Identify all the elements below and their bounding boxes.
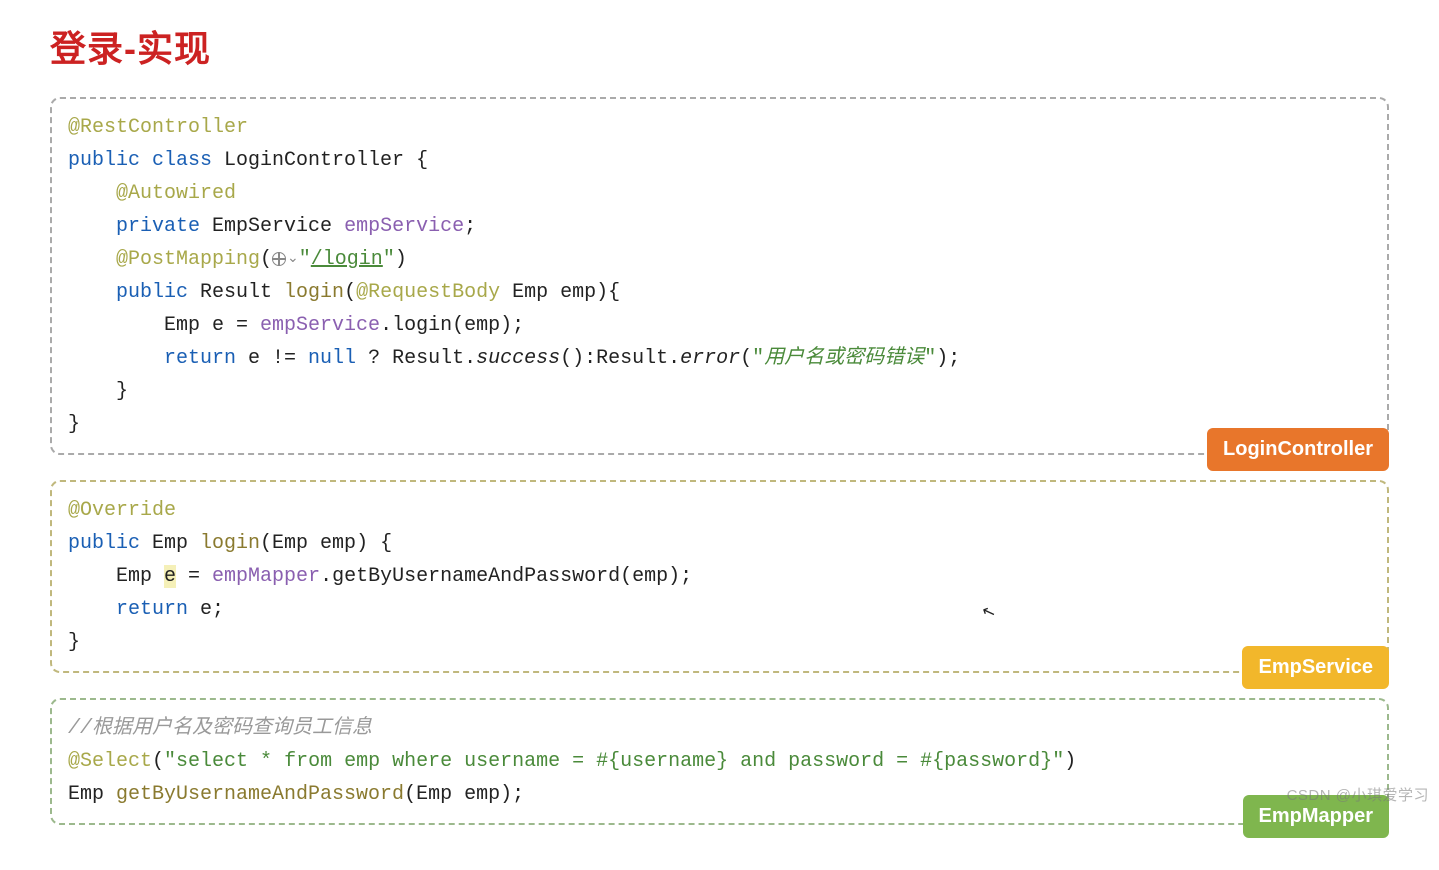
q2: " (924, 347, 936, 370)
code-block-controller: @RestController public class LoginContro… (50, 97, 1389, 455)
sq1: " (164, 750, 176, 773)
q1: " (752, 347, 764, 370)
l3-pre: Emp (68, 565, 164, 588)
globe-icon[interactable] (272, 252, 286, 266)
l8-end: ); (936, 347, 960, 370)
anno-postmapping: @PostMapping (68, 248, 260, 271)
str-q2: " (383, 248, 395, 271)
type-emp: Emp (152, 532, 200, 555)
comment-line: //根据用户名及密码查询员工信息 (68, 717, 372, 740)
cls-logincontroller: LoginController (224, 149, 404, 172)
code-block-service: @Override public Emp login(Emp emp) { Em… (50, 480, 1389, 673)
m-success: success (476, 347, 560, 370)
anno-autowired: @Autowired (68, 182, 236, 205)
kw-public3: public (68, 532, 152, 555)
p2: ) (1064, 750, 1076, 773)
badge-empservice: EmpService (1242, 646, 1389, 689)
chevron-down-icon[interactable]: ⌄ (287, 251, 299, 267)
paren: ( (260, 248, 272, 271)
type-empservice: EmpService (212, 215, 344, 238)
sql-string: select * from emp where username = #{use… (176, 750, 1052, 773)
type-result: Result (200, 281, 284, 304)
p1: ( (152, 750, 164, 773)
err-msg-cn: 用户名或密码错误 (764, 347, 924, 370)
l3-eq: = (176, 565, 212, 588)
field-empservice: empService (344, 215, 464, 238)
p-open: ( (740, 347, 752, 370)
kw-public2: public (68, 281, 200, 304)
kw-private: private (68, 215, 212, 238)
semi: ; (464, 215, 476, 238)
l8-mid2: ? Result. (356, 347, 476, 370)
badge-logincontroller: LoginController (1207, 428, 1389, 471)
field-empmapper: empMapper (212, 565, 320, 588)
method-login2: login (200, 532, 260, 555)
l7-rest: .login(emp); (380, 314, 524, 337)
close-brace-inner: } (68, 380, 128, 403)
kw-return: return (68, 347, 248, 370)
l8-mid3: ():Result. (560, 347, 680, 370)
field-empservice2: empService (260, 314, 380, 337)
l4-rest: e; (200, 598, 224, 621)
code-block-mapper: //根据用户名及密码查询员工信息 @Select("select * from … (50, 698, 1389, 825)
m-error: error (680, 347, 740, 370)
l8-mid: e != (248, 347, 308, 370)
anno-select: @Select (68, 750, 152, 773)
params3: (Emp emp); (404, 783, 524, 806)
paren3: ( (344, 281, 356, 304)
method-getbyup: getByUsernameAndPassword (116, 783, 404, 806)
anno-override: @Override (68, 499, 176, 522)
var-e: e (164, 565, 176, 588)
anno-requestbody: @RequestBody (356, 281, 500, 304)
close-brace-outer: } (68, 413, 80, 436)
anno-restcontroller: @RestController (68, 116, 248, 139)
kw-return2: return (68, 598, 200, 621)
method-login: login (284, 281, 344, 304)
str-q1: " (299, 248, 311, 271)
str-login-url: /login (311, 248, 383, 271)
paren2: ) (395, 248, 407, 271)
kw-public-class: public class (68, 149, 224, 172)
page-title: 登录-实现 (50, 20, 1389, 72)
code-content-1: @RestController public class LoginContro… (68, 111, 1371, 441)
l3-rest: .getByUsernameAndPassword(emp); (320, 565, 692, 588)
sq2: " (1052, 750, 1064, 773)
params2: (Emp emp) { (260, 532, 392, 555)
type-emp2: Emp (68, 783, 116, 806)
params: Emp emp){ (500, 281, 620, 304)
code-content-2: @Override public Emp login(Emp emp) { Em… (68, 494, 1371, 659)
l7-pre: Emp e = (68, 314, 260, 337)
close-brace2: } (68, 631, 80, 654)
kw-null: null (308, 347, 356, 370)
code-content-3: //根据用户名及密码查询员工信息 @Select("select * from … (68, 712, 1371, 811)
brace: { (404, 149, 428, 172)
